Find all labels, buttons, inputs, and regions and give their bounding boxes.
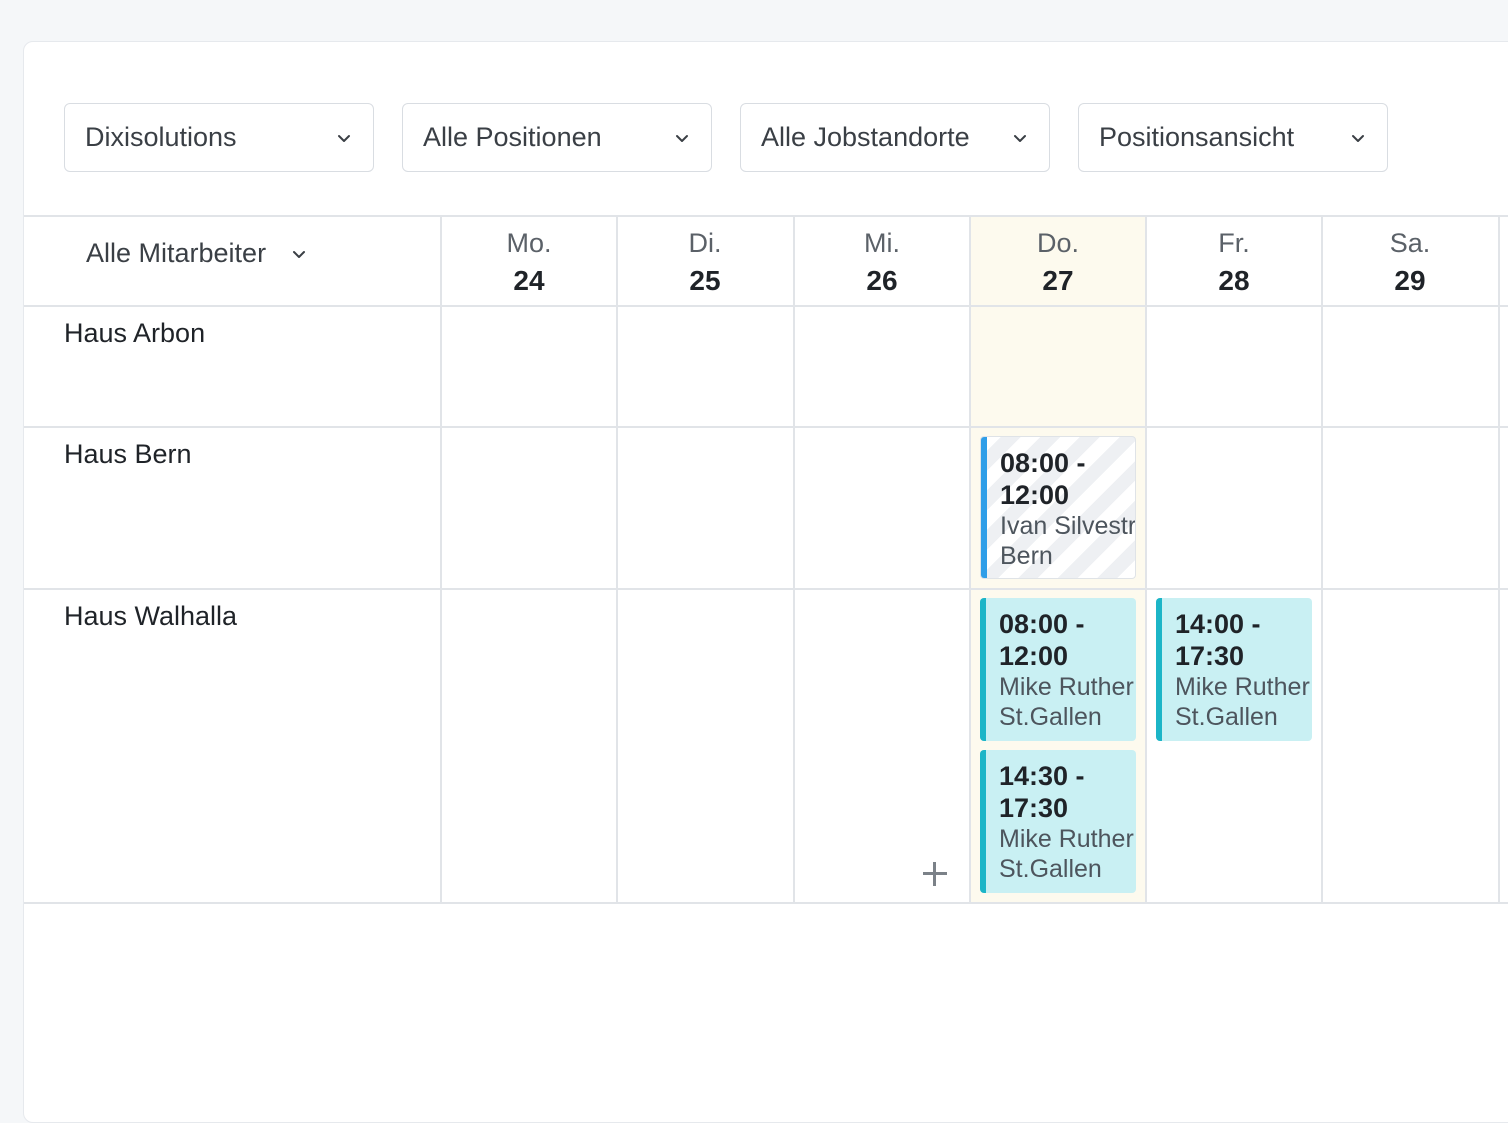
grid-divider	[24, 902, 1508, 904]
plus-icon[interactable]	[921, 860, 949, 888]
positions-filter-label: Alle Positionen	[423, 122, 602, 152]
day-name: Mo.	[506, 228, 552, 258]
grid-divider	[24, 305, 1508, 307]
day-date: 28	[1218, 265, 1250, 296]
shift-time-end: 12:00	[1000, 480, 1070, 510]
day-date: 26	[866, 265, 898, 296]
grid-divider	[1321, 215, 1323, 903]
view-filter-label: Positionsansicht	[1099, 122, 1295, 152]
day-header-thu[interactable]: Do. 27	[970, 224, 1146, 300]
shift-location: Bern	[1000, 542, 1053, 570]
view-filter-dropdown[interactable]: Positionsansicht	[1078, 103, 1388, 172]
day-header-tue[interactable]: Di. 25	[617, 224, 793, 300]
day-name: Do.	[1036, 228, 1080, 258]
shift-time-start: 14:00 -	[1175, 609, 1261, 639]
chevron-down-icon	[1349, 129, 1367, 147]
shift-time-end: 17:30	[999, 793, 1069, 823]
grid-divider	[440, 215, 442, 903]
grid-divider	[1145, 215, 1147, 903]
chevron-down-icon	[1011, 129, 1029, 147]
shift-location: St.Gallen	[999, 855, 1102, 883]
day-name: Mi.	[864, 228, 900, 258]
chevron-down-icon	[290, 245, 308, 263]
day-name: Fr.	[1218, 228, 1250, 258]
grid-divider	[24, 426, 1508, 428]
company-filter-label: Dixisolutions	[85, 122, 237, 152]
row-label-haus-bern: Haus Bern	[64, 439, 192, 469]
shift-location: St.Gallen	[1175, 703, 1278, 731]
shift-time-end: 12:00	[999, 641, 1069, 671]
shift-time-end: 17:30	[1175, 641, 1245, 671]
shift-time-start: 08:00 -	[999, 609, 1085, 639]
employees-filter-dropdown[interactable]: Alle Mitarbeiter	[86, 238, 308, 269]
grid-divider	[616, 215, 618, 903]
day-header-sat[interactable]: Sa. 29	[1322, 224, 1498, 300]
shift-time-start: 14:30 -	[999, 761, 1085, 791]
shift-card[interactable]: 14:00 - 17:30 Mike Ruther St.Gallen	[1156, 598, 1312, 741]
day-date: 24	[513, 265, 545, 296]
locations-filter-label: Alle Jobstandorte	[761, 122, 970, 152]
day-header-mon[interactable]: Mo. 24	[441, 224, 617, 300]
positions-filter-dropdown[interactable]: Alle Positionen	[402, 103, 712, 172]
day-name: Di.	[688, 228, 722, 258]
grid-divider	[24, 588, 1508, 590]
grid-divider	[1498, 215, 1500, 903]
day-header-fri[interactable]: Fr. 28	[1146, 224, 1322, 300]
shift-location: St.Gallen	[999, 703, 1102, 731]
chevron-down-icon	[673, 129, 691, 147]
day-header-wed[interactable]: Mi. 26	[794, 224, 970, 300]
shift-person: Mike Ruther	[999, 673, 1134, 701]
day-date: 25	[689, 265, 721, 296]
schedule-card: Dixisolutions Alle Positionen Alle Jobst…	[23, 41, 1508, 1123]
row-label-haus-arbon: Haus Arbon	[64, 318, 206, 348]
shift-card[interactable]: 08:00 - 12:00 Ivan Silvestri Bern	[980, 436, 1136, 579]
locations-filter-dropdown[interactable]: Alle Jobstandorte	[740, 103, 1050, 172]
day-name: Sa.	[1389, 228, 1431, 258]
shift-person: Mike Ruther	[999, 825, 1134, 853]
company-filter-dropdown[interactable]: Dixisolutions	[64, 103, 374, 172]
shift-card[interactable]: 14:30 - 17:30 Mike Ruther St.Gallen	[980, 750, 1136, 893]
row-label-haus-walhalla: Haus Walhalla	[64, 601, 238, 631]
chevron-down-icon	[335, 129, 353, 147]
day-date: 29	[1394, 265, 1426, 296]
grid-divider	[24, 215, 1508, 217]
grid-divider	[793, 215, 795, 903]
grid-divider	[969, 215, 971, 903]
shift-person: Mike Ruther	[1175, 673, 1310, 701]
day-date: 27	[1042, 265, 1074, 296]
shift-person: Ivan Silvestri	[1000, 512, 1136, 540]
shift-time-start: 08:00 -	[1000, 448, 1086, 478]
shift-card[interactable]: 08:00 - 12:00 Mike Ruther St.Gallen	[980, 598, 1136, 741]
employees-filter-label: Alle Mitarbeiter	[86, 238, 267, 268]
